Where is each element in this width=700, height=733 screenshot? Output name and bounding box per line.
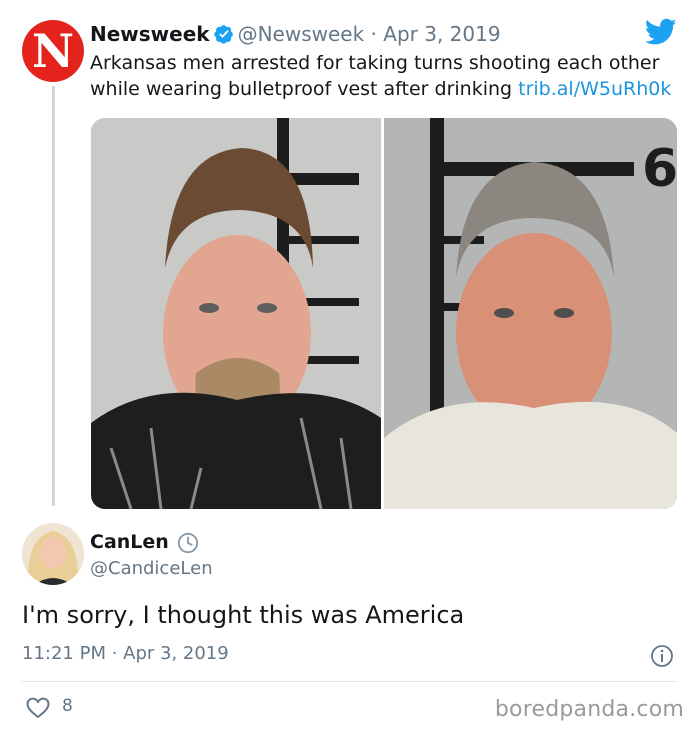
newsweek-avatar[interactable]: N — [22, 20, 84, 82]
thread-line — [52, 86, 55, 506]
newsweek-logo-letter: N — [31, 24, 75, 78]
height-marker-label: 6' — [642, 139, 677, 199]
verified-badge-icon — [214, 25, 233, 44]
mugshot-right: 6' — [384, 118, 677, 509]
heart-icon[interactable] — [26, 697, 50, 719]
reply-timestamp[interactable]: 11:21 PM · Apr 3, 2019 — [22, 643, 229, 664]
like-count: 8 — [62, 696, 73, 716]
reply-author-handle[interactable]: @CandiceLen — [90, 558, 213, 579]
info-icon[interactable] — [650, 644, 674, 668]
author-name[interactable]: Newsweek — [90, 22, 210, 46]
tweet-date[interactable]: Apr 3, 2019 — [383, 22, 500, 46]
tweet-link[interactable]: trib.al/W5uRh0k — [518, 78, 671, 100]
clock-icon — [177, 532, 199, 554]
tweet-divider — [22, 681, 677, 682]
meta-separator: · — [370, 22, 377, 46]
twitter-bird-icon[interactable] — [645, 18, 677, 46]
tweet-photo[interactable]: 6' — [91, 118, 677, 509]
quoted-tweet-header: Newsweek @Newsweek · Apr 3, 2019 — [90, 22, 501, 46]
author-handle[interactable]: @Newsweek — [238, 22, 365, 46]
quoted-tweet-text: Arkansas men arrested for taking turns s… — [90, 50, 690, 102]
reply-text: I'm sorry, I thought this was America — [22, 601, 465, 629]
watermark: boredpanda.com — [494, 697, 684, 722]
reply-author-name[interactable]: CanLen — [90, 531, 169, 553]
canlen-avatar[interactable] — [22, 523, 84, 585]
mugshot-left — [91, 118, 381, 509]
